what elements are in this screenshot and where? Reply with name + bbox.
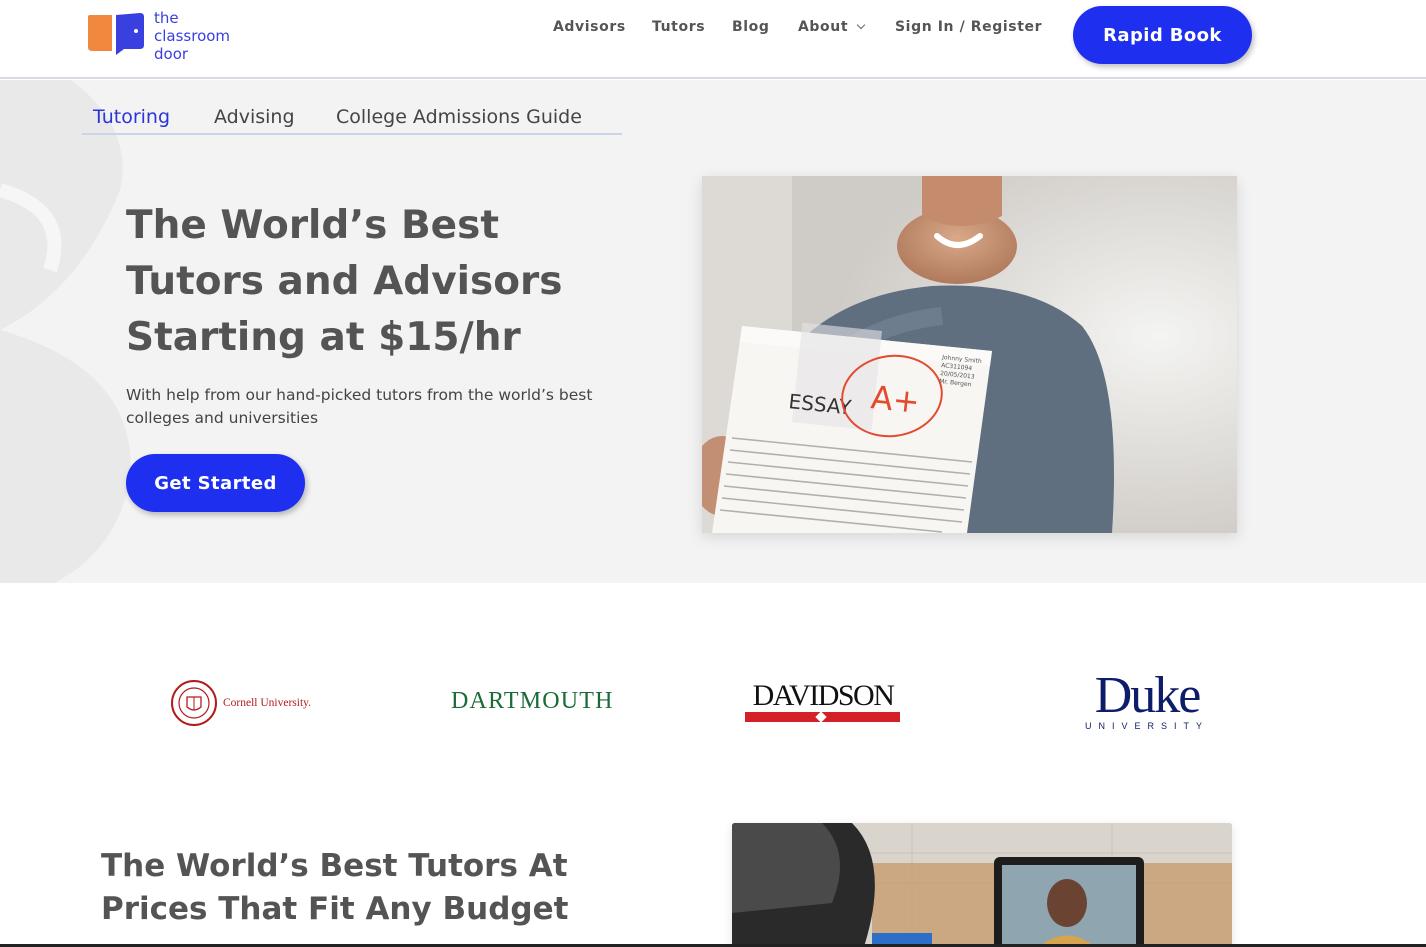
brand-logo[interactable]: the classroom door xyxy=(86,9,230,63)
brand-line-1: the xyxy=(154,9,179,27)
cornell-name: Cornell University. xyxy=(223,697,312,709)
duke-name: Duke xyxy=(1094,667,1202,724)
get-started-button[interactable]: Get Started xyxy=(126,454,305,512)
cornell-seal-icon xyxy=(171,680,217,726)
nav-tutors[interactable]: Tutors xyxy=(652,19,705,35)
budget-section-title: The World’s Best Tutors At Prices That F… xyxy=(101,848,569,927)
essay-photo-illustration: ESSAY A+ Johnny Smith AC311094 20/05/201… xyxy=(702,176,1237,533)
brand-line-2: classroom xyxy=(154,27,231,45)
rapid-book-button[interactable]: Rapid Book xyxy=(1073,6,1252,64)
nav-about-label: About xyxy=(798,19,849,35)
site-header: the classroom door Advisors Tutors Blog … xyxy=(0,0,1426,79)
duke-subtitle: UNIVERSITY xyxy=(1085,721,1210,731)
tab-college-admissions-guide[interactable]: College Admissions Guide xyxy=(336,106,582,128)
nav-blog[interactable]: Blog xyxy=(732,19,770,35)
nav-about[interactable]: About xyxy=(798,19,866,35)
tab-advising[interactable]: Advising xyxy=(214,106,295,128)
hero-title: The World’s Best Tutors and Advisors Sta… xyxy=(126,203,563,360)
cornell-logo: Cornell University. xyxy=(170,679,311,727)
davidson-logo: DAVIDSON xyxy=(745,681,901,722)
hero-essay-photo: ESSAY A+ Johnny Smith AC311094 20/05/201… xyxy=(702,176,1237,533)
section-tabs: Tutoring Advising College Admissions Gui… xyxy=(82,96,622,135)
online-tutoring-photo xyxy=(732,823,1232,947)
duke-logo: Duke UNIVERSITY xyxy=(1085,667,1210,732)
hero-section: Tutoring Advising College Admissions Gui… xyxy=(0,80,1426,583)
grade-mark: A+ xyxy=(869,378,921,421)
tab-tutoring[interactable]: Tutoring xyxy=(93,106,170,128)
hero-subtitle: With help from our hand-picked tutors fr… xyxy=(126,386,593,427)
davidson-name: DAVIDSON xyxy=(752,679,895,712)
university-logos: Cornell University. DARTMOUTH DAVIDSON D… xyxy=(0,583,1426,798)
davidson-bar xyxy=(745,712,900,722)
nav-advisors[interactable]: Advisors xyxy=(553,19,626,35)
brand-line-3: door xyxy=(154,45,189,63)
nav-sign-in-register[interactable]: Sign In / Register xyxy=(895,19,1042,35)
dartmouth-logo: DARTMOUTH xyxy=(451,688,614,714)
chevron-down-icon xyxy=(856,20,866,30)
book-logo-icon xyxy=(88,13,144,55)
online-tutoring-illustration xyxy=(732,823,1232,947)
brand-wordmark: the classroom door xyxy=(154,9,230,63)
